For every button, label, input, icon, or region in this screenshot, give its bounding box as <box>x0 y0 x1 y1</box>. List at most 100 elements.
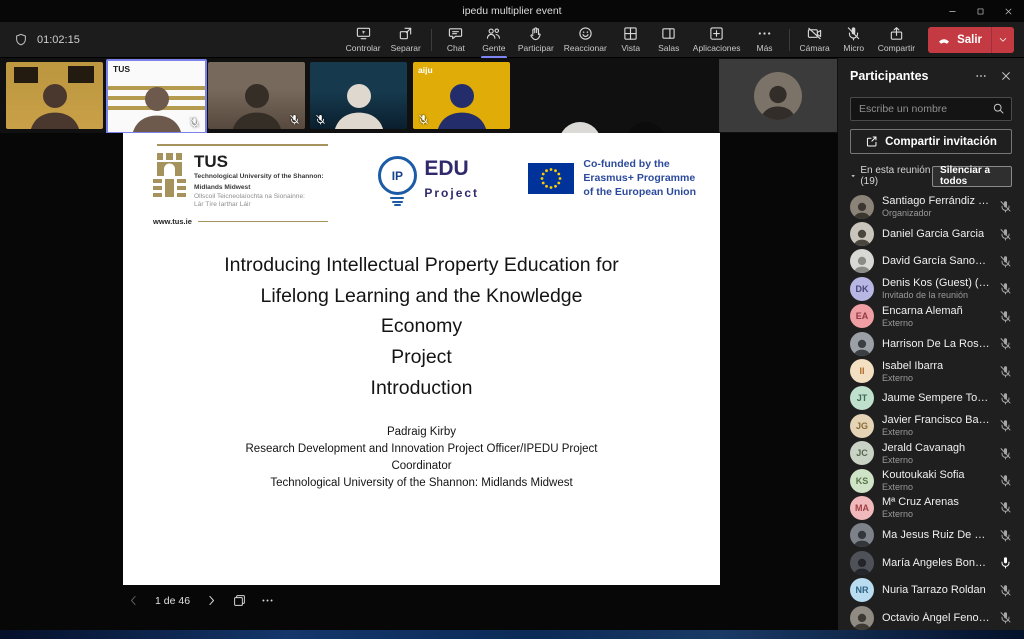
toolbar-button-vista[interactable]: Vista <box>612 24 650 55</box>
leave-button[interactable]: Salir <box>928 27 1014 53</box>
aplicaciones-icon <box>709 26 724 41</box>
participant-row[interactable]: Octavio Ángel Fenollar Gimeno <box>850 604 1012 630</box>
toolbar-button-label: Más <box>756 43 772 53</box>
toolbar-button-camara[interactable]: Cámara <box>795 24 835 55</box>
participant-row[interactable]: IIIsabel IbarraExterno <box>850 357 1012 384</box>
more-icon <box>757 26 772 41</box>
mic-muted-icon[interactable] <box>999 310 1012 323</box>
phone-icon <box>937 33 951 47</box>
mic-muted-icon[interactable] <box>999 529 1012 542</box>
mic-muted-icon[interactable] <box>999 255 1012 268</box>
self-view-tile[interactable] <box>719 59 837 132</box>
more-options-button[interactable] <box>261 594 274 607</box>
participant-row[interactable]: NRNuria Tarrazo Roldan <box>850 576 1012 603</box>
timer-value: 01:02:15 <box>37 34 80 46</box>
next-slide-button[interactable] <box>205 594 218 607</box>
toolbar-button-aplicaciones[interactable]: Aplicaciones <box>688 24 746 55</box>
participant-subtitle: Externo <box>882 455 965 465</box>
participant-row[interactable]: MAMª Cruz ArenasExterno <box>850 494 1012 521</box>
mic-muted-icon[interactable] <box>999 228 1012 241</box>
mic-muted-icon[interactable] <box>999 337 1012 350</box>
tus-castle-icon <box>153 153 186 199</box>
mic-muted-icon[interactable] <box>999 447 1012 460</box>
mic-muted-icon[interactable] <box>999 419 1012 432</box>
participant-name: David García Sanoguera <box>882 255 991 267</box>
share-invite-label: Compartir invitación <box>885 136 997 148</box>
participant-row[interactable]: DKDenis Kos (Guest) (Invitado)Invitado d… <box>850 275 1012 302</box>
video-tile[interactable] <box>310 62 407 129</box>
mute-all-button[interactable]: Silenciar a todos <box>932 166 1012 187</box>
toolbar-button-controlar[interactable]: Controlar <box>341 24 386 55</box>
toolbar-button-separar[interactable]: Separar <box>386 24 426 55</box>
close-button[interactable] <box>994 0 1022 22</box>
leave-options-button[interactable] <box>992 35 1014 45</box>
meeting-toolbar: 01:02:15 ControlarSeparar Chat GentePartic… <box>0 22 1024 58</box>
toolbar-button-micro[interactable]: Micro <box>835 24 873 55</box>
toolbar-button-participar[interactable]: Participar <box>513 24 559 55</box>
participant-row[interactable]: JCJerald CavanaghExterno <box>850 440 1012 467</box>
video-tile-active[interactable]: TUS <box>106 59 207 134</box>
participant-row[interactable]: Ma Jesus Ruiz De La Torre Herna... <box>850 522 1012 549</box>
person-silhouette-icon <box>851 555 873 575</box>
participant-row[interactable]: María Angeles Bonet Aracil <box>850 549 1012 576</box>
video-tile[interactable]: aiju <box>413 62 510 129</box>
grid-view-button[interactable] <box>233 594 246 607</box>
page-indicator: 1 de 46 <box>155 595 190 607</box>
mic-muted-icon[interactable] <box>999 282 1012 295</box>
toolbar-button-chat[interactable]: Chat <box>437 24 475 55</box>
maximize-button[interactable] <box>966 0 994 22</box>
participant-avatar-photo <box>850 195 874 219</box>
slide-title: Introducing Intellectual Property Educat… <box>123 250 720 404</box>
toolbar-button-label: Aplicaciones <box>693 43 741 53</box>
close-icon <box>1004 7 1013 16</box>
mic-muted-icon[interactable] <box>999 584 1012 597</box>
participant-avatar-initials: DK <box>850 277 874 301</box>
toolbar-button-gente[interactable]: Gente <box>475 24 513 55</box>
in-meeting-section-toggle[interactable]: En esta reunión (19) <box>850 165 932 187</box>
mic-on-icon[interactable] <box>999 556 1012 569</box>
toolbar-button-compartir[interactable]: Compartir <box>873 24 920 55</box>
participant-row[interactable]: JGJavier Francisco Balart GimenoExterno <box>850 412 1012 439</box>
participant-row[interactable]: EAEncarna AlemañExterno <box>850 303 1012 330</box>
previous-slide-button[interactable] <box>127 594 140 607</box>
mic-muted-icon[interactable] <box>999 611 1012 624</box>
participant-row[interactable]: KSKoutoukaki SofiaExterno <box>850 467 1012 494</box>
participant-row[interactable]: JTJaume Sempere Torregrosa <box>850 385 1012 412</box>
mic-muted-icon[interactable] <box>999 392 1012 405</box>
video-tile[interactable] <box>208 62 305 129</box>
tus-name-line: Midlands Midwest <box>194 184 324 193</box>
participant-avatar-initials: JC <box>850 441 874 465</box>
panel-more-button[interactable] <box>975 70 987 82</box>
participant-name: Daniel Garcia Garcia <box>882 228 984 240</box>
participant-row[interactable]: Harrison De La Rosa Ramírez <box>850 330 1012 357</box>
participant-row[interactable]: Santiago Ferrándiz BouOrganizador <box>850 193 1012 220</box>
toolbar-button-mas[interactable]: Más <box>746 24 784 55</box>
participant-avatar-photo <box>850 249 874 273</box>
avatar <box>754 72 802 120</box>
toolbar-button-reaccionar[interactable]: Reaccionar <box>559 24 612 55</box>
video-tile[interactable] <box>6 62 103 129</box>
toolbar-button-label: Chat <box>447 43 465 53</box>
leave-label: Salir <box>957 34 982 46</box>
tus-irish-line: Lár Tíre Iarthar Láir <box>194 201 324 210</box>
presentation-stage: TUS Technological University of the Shan… <box>0 133 838 630</box>
mic-muted-icon[interactable] <box>999 501 1012 514</box>
minimize-button[interactable] <box>938 0 966 22</box>
toolbar-button-salas[interactable]: Salas <box>650 24 688 55</box>
mic-muted-icon[interactable] <box>999 200 1012 213</box>
ipedu-bulb-icon: IP <box>378 156 417 195</box>
participant-search-input[interactable] <box>850 97 1012 121</box>
participants-panel: Participantes Compartir invitación En es… <box>838 58 1024 630</box>
share-invite-button[interactable]: Compartir invitación <box>850 129 1012 154</box>
person-silhouette-icon <box>755 78 801 120</box>
participant-subtitle: Externo <box>882 318 963 328</box>
participant-row[interactable]: Daniel Garcia Garcia <box>850 220 1012 247</box>
participant-list: Santiago Ferrándiz BouOrganizador Daniel … <box>850 193 1012 630</box>
participant-row[interactable]: David García Sanoguera <box>850 248 1012 275</box>
mic-muted-icon[interactable] <box>999 474 1012 487</box>
panel-close-button[interactable] <box>1000 70 1012 82</box>
slide-pager: 1 de 46 <box>127 594 274 607</box>
ipedu-edu-text: EDU <box>424 158 479 179</box>
controlar-icon <box>356 26 371 41</box>
mic-muted-icon[interactable] <box>999 365 1012 378</box>
